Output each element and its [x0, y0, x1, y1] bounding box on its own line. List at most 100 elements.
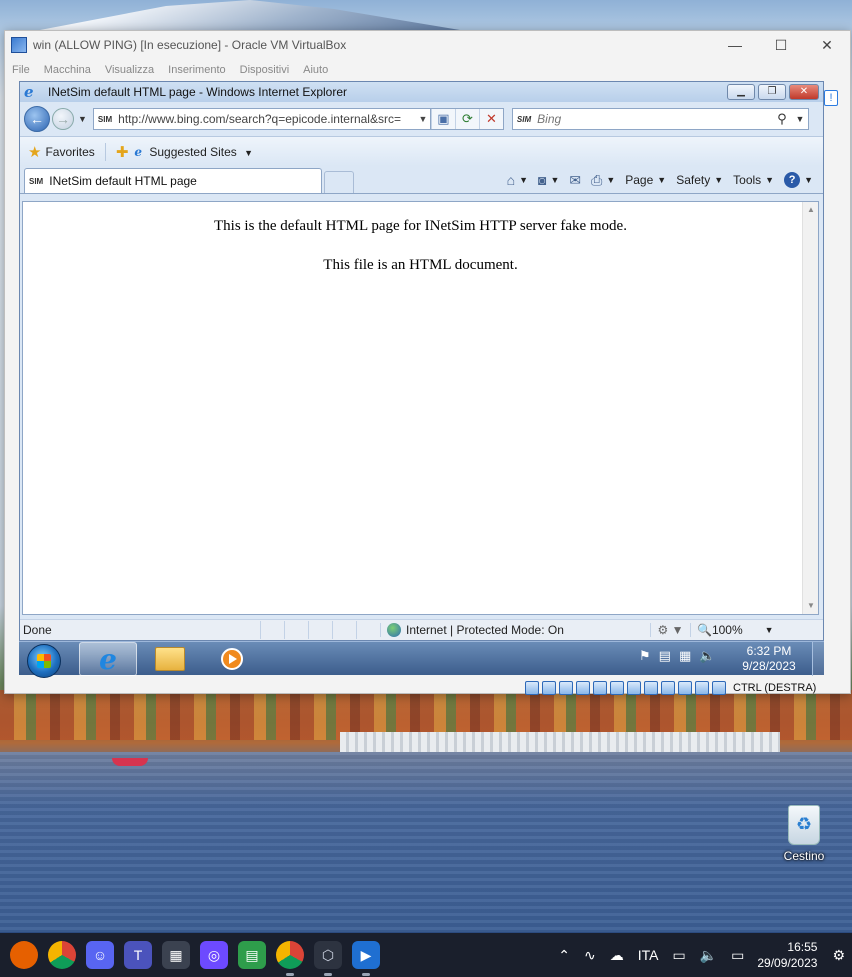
tab-inetsim[interactable]: SIM INetSim default HTML page — [24, 168, 322, 193]
show-desktop-button[interactable] — [812, 642, 824, 676]
calculator-icon[interactable]: ▦ — [162, 941, 190, 969]
keyboard-capture-icon[interactable] — [712, 681, 726, 695]
chevron-down-icon: ▼ — [764, 625, 774, 635]
device-icon[interactable]: ▤ — [659, 648, 671, 664]
compatibility-view-icon[interactable]: ▣ — [430, 109, 455, 129]
page-menu[interactable]: Page ▼ — [625, 173, 666, 187]
refresh-icon[interactable]: ⟳ — [454, 109, 479, 129]
virtualbox-taskbar-icon[interactable]: ⬡ — [314, 941, 342, 976]
address-url[interactable]: http://www.bing.com/search?q=epicode.int… — [118, 112, 416, 126]
battery-icon[interactable]: ▭ — [731, 947, 744, 964]
add-to-favorites-bar-icon[interactable]: ✚ — [116, 143, 129, 161]
network-icon[interactable]: ▭ — [672, 947, 685, 964]
audio-icon[interactable] — [576, 681, 590, 695]
virtualbox-title: win (ALLOW PING) [In esecuzione] - Oracl… — [33, 38, 347, 52]
taskbar-media-button[interactable] — [203, 642, 261, 676]
discord-icon[interactable]: ☺ — [86, 941, 114, 969]
safety-menu[interactable]: Safety ▼ — [676, 173, 723, 187]
host-clock[interactable]: 16:55 29/09/2023 — [757, 939, 817, 971]
home-icon: ⌂ — [506, 172, 516, 188]
suggested-sites-button[interactable]: e Suggested Sites ▼ — [134, 145, 253, 159]
search-input[interactable] — [537, 112, 772, 126]
taskbar-ie-button[interactable]: e — [79, 642, 137, 676]
hard-disk-icon[interactable] — [525, 681, 539, 695]
cpu-icon[interactable] — [678, 681, 692, 695]
tools-menu[interactable]: Tools ▼ — [733, 173, 774, 187]
menu-help[interactable]: Aiuto — [303, 64, 328, 76]
help-menu[interactable]: ? ▼ — [784, 172, 813, 188]
guest-clock[interactable]: 6:32 PM 9/28/2023 — [734, 644, 804, 674]
nvidia-icon[interactable]: ∿ — [584, 947, 596, 964]
forward-button[interactable]: → — [52, 108, 74, 130]
taskbar-explorer-button[interactable] — [141, 642, 199, 676]
back-button[interactable]: ← — [24, 106, 50, 132]
usb-icon[interactable] — [610, 681, 624, 695]
optical-drive-icon[interactable] — [542, 681, 556, 695]
recent-pages-dropdown[interactable]: ▼ — [78, 114, 87, 124]
home-button[interactable]: ⌂ ▼ — [507, 172, 528, 188]
tool-icon[interactable]: ▤ — [238, 941, 266, 969]
language-indicator[interactable]: ITA — [638, 947, 659, 963]
menu-file[interactable]: File — [12, 64, 30, 76]
ie-logo-icon: e — [24, 83, 34, 101]
favorites-star-icon: ★ — [28, 143, 42, 161]
scroll-down-icon[interactable]: ▼ — [803, 598, 819, 614]
menu-machine[interactable]: Macchina — [44, 64, 91, 76]
stop-icon[interactable]: ✕ — [478, 109, 503, 129]
network-adapter-icon[interactable] — [593, 681, 607, 695]
guest-date: 9/28/2023 — [742, 659, 796, 673]
zoom-value: 100% — [711, 623, 743, 637]
feeds-button[interactable]: ◙ ▼ — [538, 172, 559, 188]
recycle-bin[interactable]: Cestino — [780, 805, 828, 863]
media-player-icon — [221, 648, 243, 670]
close-button[interactable]: ✕ — [804, 31, 850, 59]
print-button[interactable]: ⎙ ▼ — [591, 172, 615, 189]
menu-input[interactable]: Inserimento — [168, 64, 225, 76]
address-bar[interactable]: SIM http://www.bing.com/search?q=epicode… — [92, 108, 431, 130]
security-zone[interactable]: Internet | Protected Mode: On — [380, 623, 650, 637]
maximize-button[interactable]: ☐ — [758, 31, 804, 59]
ie-restore-button[interactable]: ❐ — [758, 84, 786, 100]
search-options-dropdown-icon[interactable]: ▼ — [792, 114, 808, 124]
chrome-icon[interactable] — [48, 941, 76, 969]
display-icon[interactable] — [644, 681, 658, 695]
volume-icon[interactable]: 🔈 — [700, 947, 717, 964]
notification-icon[interactable]: ! — [824, 90, 838, 106]
protected-mode-icon[interactable]: ⚙ ▼ — [650, 623, 690, 637]
chrome-profile-icon[interactable] — [276, 941, 304, 976]
menu-devices[interactable]: Dispositivi — [240, 64, 290, 76]
notification-center-icon[interactable]: ⚙ — [832, 947, 845, 964]
floppy-icon[interactable] — [559, 681, 573, 695]
search-box[interactable]: SIM ⚲ ▼ — [511, 108, 809, 130]
media-player-icon[interactable]: ▶ — [352, 941, 380, 976]
mouse-integration-icon[interactable] — [695, 681, 709, 695]
address-dropdown-icon[interactable]: ▼ — [416, 114, 430, 124]
shared-folders-icon[interactable] — [627, 681, 641, 695]
scroll-up-icon[interactable]: ▲ — [803, 202, 819, 218]
proton-icon[interactable]: ◎ — [200, 941, 228, 969]
new-tab-button[interactable] — [324, 171, 354, 193]
zoom-level[interactable]: 🔍 100% ▼ — [690, 623, 774, 637]
favorites-button[interactable]: ★ Favorites — [28, 142, 106, 161]
rss-icon: ◙ — [537, 172, 547, 188]
tab-title: INetSim default HTML page — [49, 174, 197, 188]
read-mail-button[interactable]: ✉ — [569, 172, 581, 189]
ie-minimize-button[interactable]: ▁ — [727, 84, 755, 100]
guest-tray: ⚑ ▤ ▦ 🔈 — [639, 648, 715, 664]
vertical-scrollbar[interactable]: ▲ ▼ — [802, 202, 818, 614]
search-icon[interactable]: ⚲ — [772, 111, 792, 127]
start-orb-icon[interactable] — [27, 644, 61, 678]
network-icon[interactable]: ▦ — [679, 648, 691, 664]
teams-icon[interactable]: T — [124, 941, 152, 969]
minimize-button[interactable]: — — [712, 31, 758, 59]
recording-icon[interactable] — [661, 681, 675, 695]
firefox-icon[interactable] — [10, 941, 38, 969]
chevron-up-icon[interactable]: ⌃ — [558, 947, 570, 964]
action-center-flag-icon[interactable]: ⚑ — [639, 648, 651, 664]
ie-close-button[interactable]: ✕ — [789, 84, 819, 100]
menu-view[interactable]: Visualizza — [105, 64, 154, 76]
volume-icon[interactable]: 🔈 — [699, 648, 715, 664]
guest-screen[interactable]: e INetSim default HTML page - Windows In… — [19, 81, 824, 678]
onedrive-icon[interactable]: ☁ — [610, 947, 624, 964]
host-key-label[interactable]: CTRL (DESTRA) — [733, 682, 816, 694]
